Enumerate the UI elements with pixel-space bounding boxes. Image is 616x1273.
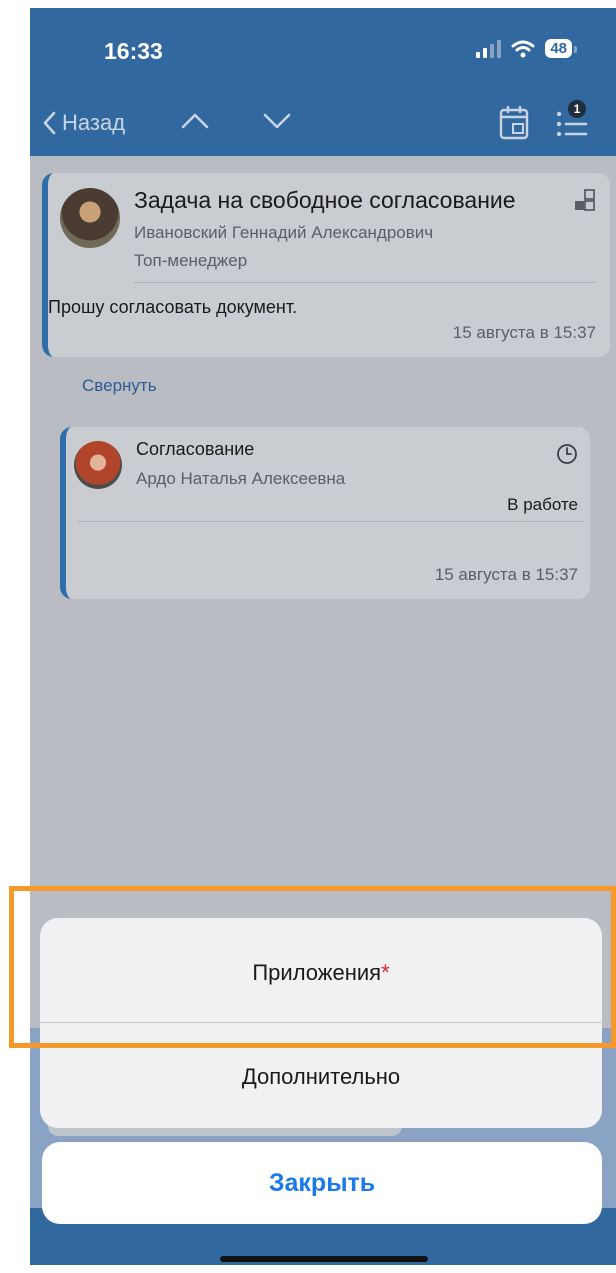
collapse-link[interactable]: Свернуть	[82, 376, 157, 396]
back-label: Назад	[62, 110, 126, 135]
status-badge: В работе	[507, 495, 578, 514]
chevron-down-icon[interactable]	[262, 110, 292, 132]
subtasks-icon[interactable]	[574, 189, 596, 211]
approval-title: Согласование	[136, 439, 255, 459]
battery-level: 48	[550, 40, 567, 57]
attachments-label: Приложения	[252, 960, 382, 985]
attachments-option[interactable]: Приложения*	[40, 960, 602, 986]
back-button[interactable]: Назад	[42, 110, 125, 136]
wifi-icon	[511, 40, 535, 57]
home-indicator	[220, 1256, 428, 1262]
task-card[interactable]: Задача на свободное согласование Ивановс…	[42, 173, 610, 357]
header-bar: 16:33 48 Назад 1	[30, 8, 616, 156]
chevron-up-icon[interactable]	[180, 110, 210, 132]
divider	[40, 1022, 602, 1023]
clock-icon	[557, 444, 577, 464]
divider	[134, 282, 596, 283]
approval-date: 15 августа в 15:37	[434, 565, 578, 584]
avatar	[74, 441, 122, 489]
task-title: Задача на свободное согласование	[134, 187, 516, 213]
additional-label: Дополнительно	[241, 1064, 401, 1089]
required-mark: *	[381, 960, 390, 985]
divider	[78, 521, 584, 522]
task-list-button[interactable]: 1	[554, 100, 588, 147]
calendar-icon[interactable]	[498, 104, 532, 142]
status-time: 16:33	[104, 38, 163, 64]
status-icons: 48	[476, 39, 577, 58]
action-sheet: Приложения* Дополнительно	[40, 918, 602, 1128]
task-message: Прошу согласовать документ.	[48, 297, 298, 317]
notification-badge: 1	[568, 100, 586, 118]
task-date: 15 августа в 15:37	[452, 323, 596, 342]
approval-person: Ардо Наталья Алексеевна	[136, 469, 346, 488]
chevron-left-icon	[43, 111, 56, 135]
close-button[interactable]: Закрыть	[42, 1142, 602, 1224]
avatar	[60, 188, 120, 248]
battery-icon: 48	[545, 39, 577, 58]
approval-card[interactable]: Согласование Ардо Наталья Алексеевна В р…	[60, 427, 590, 599]
task-role: Топ-менеджер	[134, 251, 248, 270]
task-author: Ивановский Геннадий Александрович	[134, 223, 434, 242]
signal-icon	[476, 39, 502, 58]
additional-option[interactable]: Дополнительно	[40, 1064, 602, 1090]
